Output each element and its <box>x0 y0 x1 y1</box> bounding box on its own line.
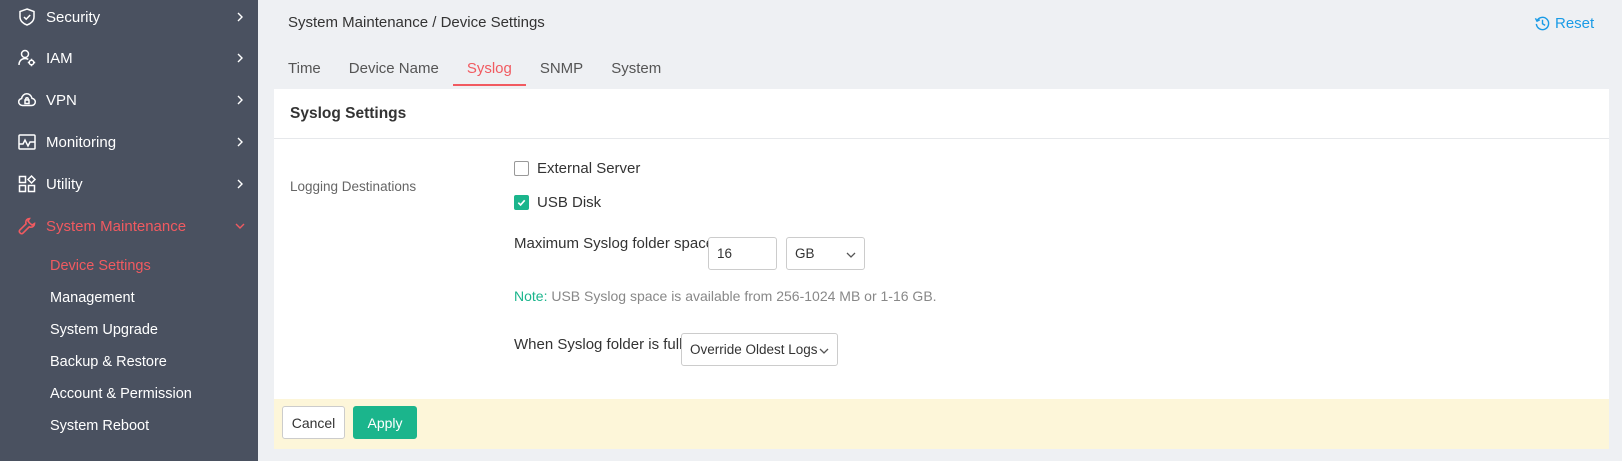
chevron-right-icon <box>237 12 243 22</box>
usb-disk-label: USB Disk <box>537 194 602 211</box>
sidebar-item-iam[interactable]: IAM <box>0 39 258 77</box>
user-gear-icon <box>18 49 36 67</box>
history-icon <box>1534 16 1550 31</box>
chevron-right-icon <box>237 179 243 189</box>
tab-time[interactable]: Time <box>274 56 335 86</box>
wrench-icon <box>18 217 36 235</box>
tab-system[interactable]: System <box>597 56 675 86</box>
sidebar-subitem-backup-restore[interactable]: Backup & Restore <box>50 350 167 374</box>
tab-syslog[interactable]: Syslog <box>452 56 526 86</box>
sidebar-subitem-device-settings[interactable]: Device Settings <box>50 254 151 278</box>
sidebar-item-label: VPN <box>46 91 77 109</box>
sidebar-item-label: Monitoring <box>46 133 117 151</box>
monitor-chart-icon <box>18 134 36 150</box>
when-full-select[interactable]: Override Oldest Logs <box>681 333 838 366</box>
external-server-checkbox[interactable]: External Server <box>514 160 640 177</box>
when-full-value: Override Oldest Logs <box>690 342 818 357</box>
sidebar-item-label: Utility <box>46 175 83 193</box>
external-server-label: External Server <box>537 160 641 177</box>
note-key: Note: <box>514 288 548 304</box>
chevron-down-icon <box>819 348 829 354</box>
reset-label: Reset <box>1555 15 1595 32</box>
sidebar-item-utility[interactable]: Utility <box>0 165 258 203</box>
checkbox-unchecked-icon <box>514 161 529 176</box>
sidebar-item-label: Security <box>46 8 101 26</box>
max-space-unit-select[interactable]: GB <box>786 237 865 270</box>
tab-device-name[interactable]: Device Name <box>335 56 453 86</box>
grid-tools-icon <box>18 174 37 193</box>
logging-destinations-label: Logging Destinations <box>290 179 417 194</box>
chevron-down-icon <box>846 252 856 258</box>
note-text: USB Syslog space is available from 256-1… <box>547 288 937 304</box>
max-space-input[interactable] <box>708 237 777 270</box>
cancel-button[interactable]: Cancel <box>282 406 345 439</box>
action-bar: Cancel Apply <box>274 399 1609 449</box>
sidebar-item-vpn[interactable]: VPN <box>0 81 258 119</box>
usb-space-note: Note: USB Syslog space is available from… <box>514 288 937 304</box>
chevron-right-icon <box>237 53 243 63</box>
chevron-right-icon <box>237 95 243 105</box>
sidebar-item-label: IAM <box>46 49 73 67</box>
syslog-settings-panel: Syslog Settings Logging Destinations Ext… <box>274 89 1609 399</box>
check-icon <box>517 199 526 207</box>
breadcrumb: System Maintenance / Device Settings <box>288 14 545 31</box>
sidebar-subitem-system-upgrade[interactable]: System Upgrade <box>50 318 158 342</box>
usb-disk-checkbox[interactable]: USB Disk <box>514 194 601 211</box>
checkbox-checked-icon <box>514 195 529 210</box>
chevron-down-icon <box>235 223 245 229</box>
panel-title: Syslog Settings <box>274 89 1609 139</box>
sidebar-item-monitoring[interactable]: Monitoring <box>0 123 258 161</box>
max-space-unit-value: GB <box>795 246 815 261</box>
shield-icon <box>19 8 35 26</box>
apply-button[interactable]: Apply <box>353 406 417 439</box>
reset-button[interactable]: Reset <box>1534 15 1594 32</box>
max-space-label: Maximum Syslog folder space <box>514 235 715 252</box>
sidebar-item-security[interactable]: Security <box>0 0 258 36</box>
sidebar-subitem-system-reboot[interactable]: System Reboot <box>50 414 149 438</box>
tab-bar: Time Device Name Syslog SNMP System <box>274 56 675 86</box>
chevron-right-icon <box>237 137 243 147</box>
sidebar-item-label: System Maintenance <box>46 217 187 235</box>
sidebar: Security IAM VPN Monitoring Utility Syst… <box>0 0 258 461</box>
tab-snmp[interactable]: SNMP <box>526 56 597 86</box>
sidebar-item-system-maintenance[interactable]: System Maintenance <box>0 207 258 245</box>
sidebar-subitem-management[interactable]: Management <box>50 286 135 310</box>
sidebar-subitem-account-permission[interactable]: Account & Permission <box>50 382 192 406</box>
cloud-lock-icon <box>17 93 37 107</box>
when-full-label: When Syslog folder is full: <box>514 336 687 353</box>
